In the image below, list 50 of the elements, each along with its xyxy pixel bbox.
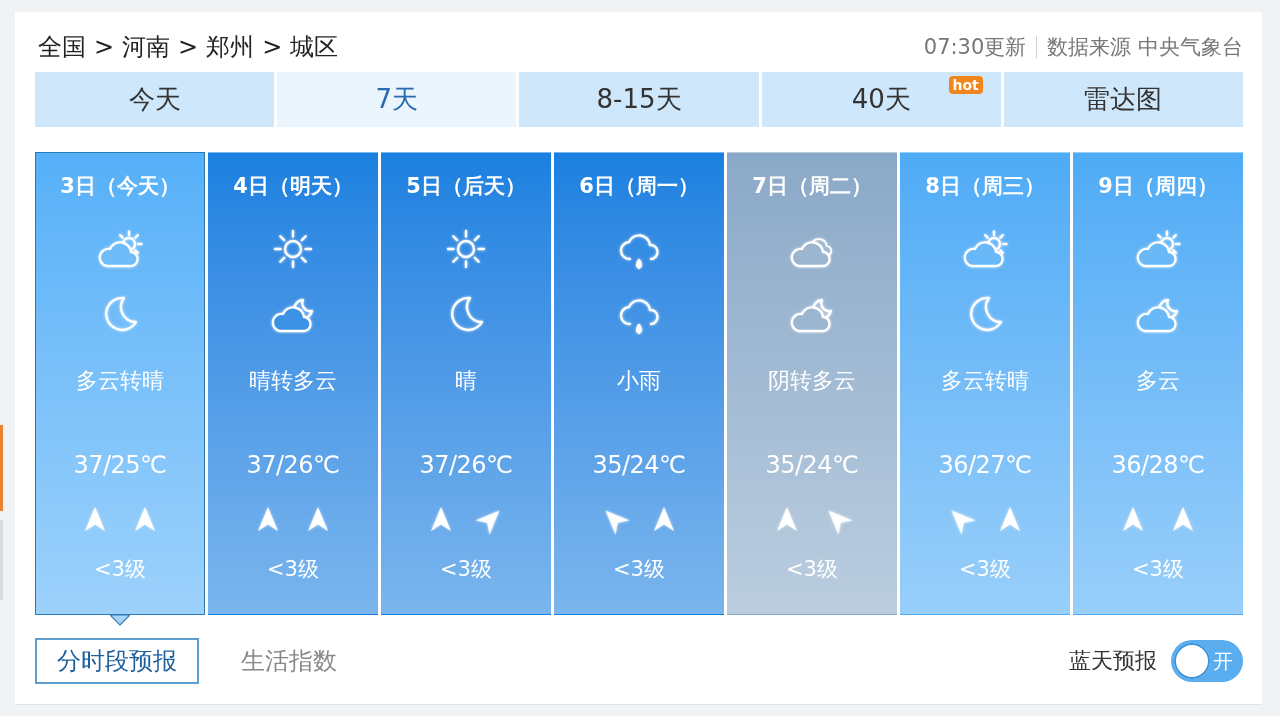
wind-level: <3级	[613, 556, 665, 583]
temperature: 37/26℃	[246, 450, 340, 481]
temperature: 36/28℃	[1111, 450, 1205, 481]
day-date: 4日（明天）	[233, 173, 353, 200]
day-date: 5日（后天）	[406, 173, 526, 200]
day-date: 6日（周一）	[579, 173, 699, 200]
weather-text: 多云转晴	[941, 367, 1029, 395]
tab[interactable]: 今天	[35, 72, 275, 127]
wind-level: <3级	[1132, 556, 1184, 583]
day-card[interactable]: 4日（明天） 晴转多云 37/26℃ <3级	[208, 152, 378, 615]
tab[interactable]: 雷达图	[1003, 72, 1243, 127]
tab[interactable]: 8-15天	[519, 72, 759, 127]
temperature: 37/25℃	[73, 450, 167, 481]
breadcrumb-separator: >	[94, 33, 115, 61]
temperature: 35/24℃	[592, 450, 686, 481]
side-tab[interactable]	[0, 425, 3, 511]
day-card[interactable]: 6日（周一） 小雨 35/24℃ <3级	[554, 152, 724, 615]
breadcrumb-separator: >	[262, 33, 283, 61]
temperature: 36/27℃	[938, 450, 1032, 481]
breadcrumb-separator: >	[178, 33, 199, 61]
wind-level: <3级	[959, 556, 1011, 583]
breadcrumb-link[interactable]: 河南	[122, 31, 171, 63]
wind-level: <3级	[440, 556, 492, 583]
weather-text: 晴转多云	[249, 367, 337, 395]
toggle-label: 蓝天预报	[1069, 647, 1157, 675]
weather-text: 多云转晴	[76, 367, 164, 395]
wind-level: <3级	[267, 556, 319, 583]
pointer-icon	[110, 615, 130, 626]
weather-text: 晴	[455, 367, 477, 395]
day-date: 3日（今天）	[60, 173, 180, 200]
weather-text: 阴转多云	[768, 367, 856, 395]
temperature: 35/24℃	[765, 450, 859, 481]
weather-text: 多云	[1136, 367, 1180, 395]
day-card[interactable]: 5日（后天） 晴 37/26℃ <3级	[381, 152, 551, 615]
subtab[interactable]: 分时段预报	[35, 638, 199, 684]
data-source: 数据来源 中央气象台	[1047, 34, 1243, 61]
weather-text: 小雨	[617, 367, 661, 395]
breadcrumb-link[interactable]: 城区	[290, 31, 339, 63]
tab[interactable]: 7天	[277, 72, 517, 127]
day-date: 7日（周二）	[752, 173, 872, 200]
day-date: 8日（周三）	[925, 173, 1045, 200]
temperature: 37/26℃	[419, 450, 513, 481]
update-time: 07:30更新	[923, 34, 1027, 61]
hot-badge: hot	[948, 76, 983, 94]
wind-level: <3级	[94, 556, 146, 583]
breadcrumb-link[interactable]: 郑州	[206, 31, 255, 63]
day-date: 9日（周四）	[1098, 173, 1218, 200]
wind-level: <3级	[786, 556, 838, 583]
tab[interactable]: 40天 hot	[761, 72, 1001, 127]
breadcrumb-link[interactable]: 全国	[38, 31, 86, 63]
